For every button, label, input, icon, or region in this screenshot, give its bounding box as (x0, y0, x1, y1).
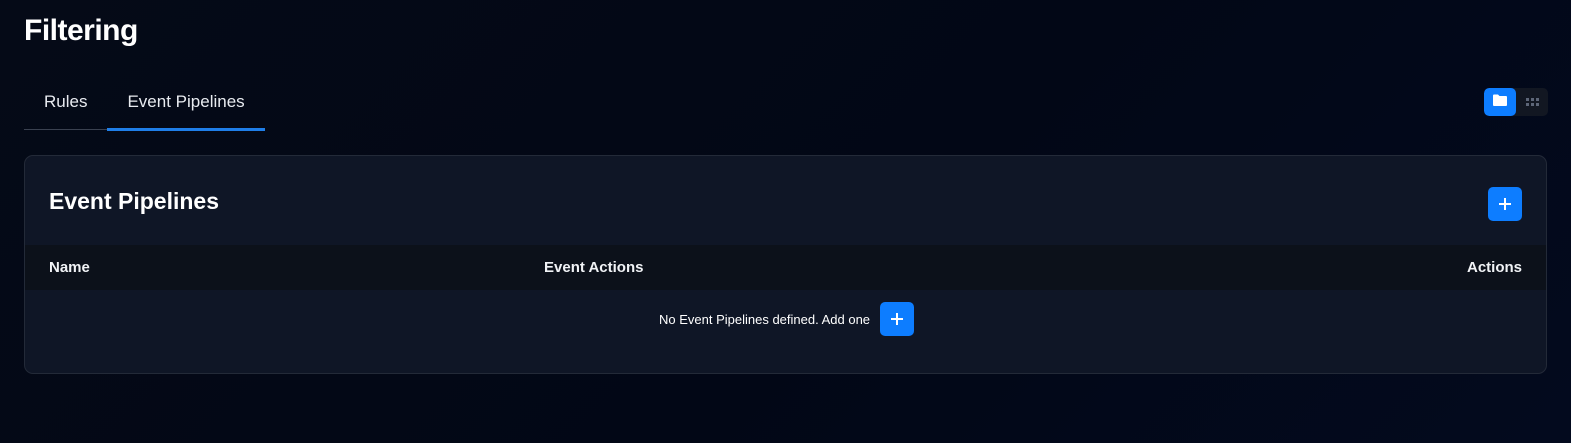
tab-event-pipelines[interactable]: Event Pipelines (107, 80, 265, 131)
column-header-name: Name (49, 259, 90, 276)
table-header: Name Event Actions Actions (25, 245, 1546, 290)
add-pipeline-button[interactable] (1488, 187, 1522, 221)
plus-icon (1499, 198, 1511, 210)
tab-rules[interactable]: Rules (24, 80, 107, 130)
view-toggle (1484, 88, 1548, 116)
column-header-actions: Actions (1466, 259, 1522, 276)
page-title: Filtering (24, 14, 138, 47)
empty-state-message: No Event Pipelines defined. Add one (659, 312, 871, 327)
add-pipeline-inline-button[interactable] (880, 302, 914, 336)
folder-icon (1493, 93, 1507, 111)
tab-bar: Rules Event Pipelines (24, 80, 265, 131)
event-pipelines-card: Event Pipelines Name Event Actions Actio… (24, 155, 1547, 374)
card-title: Event Pipelines (49, 188, 220, 214)
grid-icon (1525, 98, 1539, 106)
column-header-event-actions: Event Actions (544, 259, 644, 276)
grid-view-button[interactable] (1516, 88, 1548, 116)
empty-state-row: No Event Pipelines defined. Add one (25, 290, 1546, 350)
folder-view-button[interactable] (1484, 88, 1516, 116)
plus-icon (891, 313, 903, 325)
